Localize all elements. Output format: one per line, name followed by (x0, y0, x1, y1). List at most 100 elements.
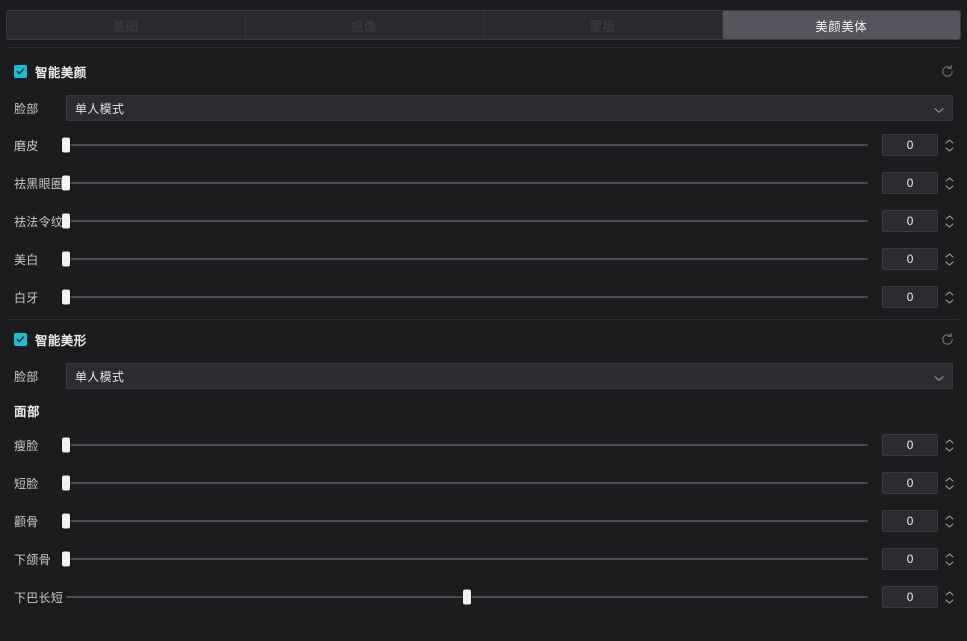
slider-label-chin-length: 下巴长短 (14, 590, 64, 605)
slider-dark-circles[interactable] (62, 174, 868, 192)
caret-up-icon (944, 476, 954, 482)
slider-thumb[interactable] (62, 213, 70, 229)
smart-reshape-reset-button[interactable] (937, 329, 957, 349)
caret-down-icon (944, 484, 954, 490)
stepper-chin-length[interactable] (941, 586, 957, 608)
slider-nasolabial[interactable] (62, 212, 868, 230)
stepper-whitening[interactable] (941, 248, 957, 270)
value-input-chin-length[interactable]: 0 (882, 586, 938, 608)
value-input-nasolabial[interactable]: 0 (882, 210, 938, 232)
stepper-mopi[interactable] (941, 134, 957, 156)
smart-beauty-face-label: 脸部 (14, 101, 39, 116)
smart-beauty-checkbox[interactable] (14, 64, 27, 78)
check-icon (16, 335, 25, 342)
stepper-cheekbone[interactable] (941, 510, 957, 532)
slider-slim-face[interactable] (62, 436, 868, 454)
smart-reshape-checkbox[interactable] (14, 332, 27, 346)
slider-track (66, 558, 868, 560)
slider-track (66, 144, 868, 146)
value-input-teeth-whitening[interactable]: 0 (882, 286, 938, 308)
caret-up-icon (944, 552, 954, 558)
slider-teeth-whitening[interactable] (62, 288, 868, 306)
slider-track (66, 444, 868, 446)
slider-thumb[interactable] (62, 289, 70, 305)
slider-row-cheekbone: 颧骨 0 (0, 502, 967, 540)
smart-beauty-face-row: 脸部 单人模式 (0, 90, 967, 126)
caret-up-icon (944, 290, 954, 296)
caret-up-icon (944, 252, 954, 258)
caret-up-icon (944, 138, 954, 144)
caret-up-icon (944, 590, 954, 596)
slider-thumb[interactable] (62, 437, 70, 453)
caret-up-icon (944, 214, 954, 220)
smart-beauty-face-mode-select[interactable]: 单人模式 (66, 95, 953, 121)
stepper-dark-circles[interactable] (941, 172, 957, 194)
tab-bar: 基础 抠像 蒙版 美颜美体 (6, 10, 961, 40)
tab-mask[interactable]: 蒙版 (484, 11, 723, 39)
value-input-cheekbone[interactable]: 0 (882, 510, 938, 532)
slider-whitening[interactable] (62, 250, 868, 268)
slider-row-slim-face: 瘦脸 0 (0, 426, 967, 464)
smart-reshape-face-label: 脸部 (14, 369, 39, 384)
caret-down-icon (944, 522, 954, 528)
stepper-jawbone[interactable] (941, 548, 957, 570)
slider-chin-length[interactable] (66, 588, 868, 606)
tab-beauty-body[interactable]: 美颜美体 (722, 11, 960, 39)
smart-reshape-face-mode-select[interactable]: 单人模式 (66, 363, 953, 389)
slider-cheekbone[interactable] (62, 512, 868, 530)
slider-thumb[interactable] (62, 513, 70, 529)
slider-track (66, 220, 868, 222)
slider-track (66, 182, 868, 184)
tab-basic[interactable]: 基础 (7, 11, 246, 39)
section-header-smart-reshape: 智能美形 (0, 320, 967, 358)
stepper-short-face[interactable] (941, 472, 957, 494)
tab-chromakey[interactable]: 抠像 (246, 11, 484, 39)
caret-down-icon (944, 598, 954, 604)
caret-down-icon (944, 222, 954, 228)
smart-beauty-reset-button[interactable] (937, 61, 957, 81)
value-input-slim-face[interactable]: 0 (882, 434, 938, 456)
slider-track (66, 258, 868, 260)
slider-label-nasolabial: 祛法令纹 (14, 214, 64, 229)
stepper-nasolabial[interactable] (941, 210, 957, 232)
value-input-dark-circles[interactable]: 0 (882, 172, 938, 194)
slider-thumb[interactable] (62, 551, 70, 567)
slider-label-short-face: 短脸 (14, 476, 39, 491)
caret-down-icon (944, 560, 954, 566)
value-input-whitening[interactable]: 0 (882, 248, 938, 270)
slider-thumb[interactable] (62, 137, 70, 153)
caret-up-icon (944, 176, 954, 182)
stepper-slim-face[interactable] (941, 434, 957, 456)
value-input-jawbone[interactable]: 0 (882, 548, 938, 570)
slider-label-jawbone: 下颌骨 (14, 552, 51, 567)
slider-label-dark-circles: 祛黑眼圈 (14, 176, 64, 191)
slider-jawbone[interactable] (62, 550, 868, 568)
reset-circular-arrow-icon (941, 64, 953, 77)
caret-down-icon (944, 446, 954, 452)
reset-circular-arrow-icon (941, 332, 953, 345)
slider-label-cheekbone: 颧骨 (14, 514, 39, 529)
slider-thumb[interactable] (62, 175, 70, 191)
chevron-down-icon (934, 367, 944, 386)
chevron-down-icon (934, 99, 944, 118)
slider-mopi[interactable] (62, 136, 868, 154)
caret-down-icon (944, 184, 954, 190)
slider-thumb[interactable] (463, 589, 471, 605)
slider-thumb[interactable] (62, 475, 70, 491)
slider-thumb[interactable] (62, 251, 70, 267)
slider-row-jawbone: 下颌骨 0 (0, 540, 967, 578)
value-input-short-face[interactable]: 0 (882, 472, 938, 494)
caret-down-icon (944, 260, 954, 266)
caret-down-icon (944, 298, 954, 304)
slider-short-face[interactable] (62, 474, 868, 492)
slider-track (66, 482, 868, 484)
slider-label-whitening: 美白 (14, 252, 39, 267)
check-icon (16, 67, 25, 74)
value-input-mopi[interactable]: 0 (882, 134, 938, 156)
caret-up-icon (944, 438, 954, 444)
slider-label-mopi: 磨皮 (14, 138, 39, 153)
stepper-teeth-whitening[interactable] (941, 286, 957, 308)
tabbar-separator (8, 47, 959, 48)
slider-row-mopi: 磨皮 0 (0, 126, 967, 164)
smart-reshape-face-mode-value: 单人模式 (75, 369, 125, 384)
